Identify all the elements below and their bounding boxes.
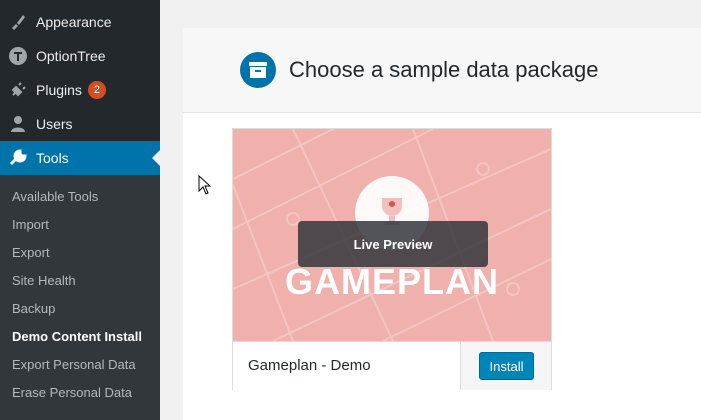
page-header: Choose a sample data package bbox=[183, 28, 701, 113]
menu-item-tools[interactable]: Tools bbox=[0, 141, 160, 175]
submenu-item-available-tools[interactable]: Available Tools bbox=[12, 189, 98, 204]
install-button[interactable]: Install bbox=[479, 352, 534, 380]
menu-item-optiontree[interactable]: OptionTree bbox=[0, 39, 160, 73]
live-preview-button[interactable]: Live Preview bbox=[298, 221, 488, 267]
menu-item-appearance[interactable]: Appearance bbox=[0, 5, 160, 39]
card-footer: Gameplan - Demo Install bbox=[233, 341, 551, 390]
demo-package-card[interactable]: GAMEPLAN Live Preview Gameplan - Demo In… bbox=[232, 128, 552, 390]
submenu-item-import[interactable]: Import bbox=[12, 217, 49, 232]
submenu-item-export-personal-data[interactable]: Export Personal Data bbox=[12, 357, 136, 372]
menu-item-label: Plugins bbox=[36, 82, 82, 98]
menu-item-users[interactable]: Users bbox=[0, 107, 160, 141]
card-actions: Install bbox=[460, 342, 551, 390]
update-count-badge: 2 bbox=[87, 81, 106, 99]
admin-sidebar: Appearance OptionTree Plugins 2 Users To… bbox=[0, 0, 160, 420]
submenu-item-backup[interactable]: Backup bbox=[12, 301, 55, 316]
archive-box-icon bbox=[240, 52, 276, 88]
paintbrush-icon bbox=[8, 12, 28, 32]
menu-item-label: OptionTree bbox=[36, 48, 106, 64]
thumbnail-title: GAMEPLAN bbox=[285, 261, 499, 302]
page-title: Choose a sample data package bbox=[289, 57, 599, 82]
optiontree-icon bbox=[8, 46, 28, 66]
mouse-cursor-icon bbox=[198, 174, 212, 200]
menu-item-label: Appearance bbox=[36, 14, 112, 30]
menu-item-label: Users bbox=[36, 116, 73, 132]
menu-item-label: Tools bbox=[36, 150, 69, 166]
submenu-item-erase-personal-data[interactable]: Erase Personal Data bbox=[12, 385, 132, 400]
submenu-item-export[interactable]: Export bbox=[12, 245, 50, 260]
user-icon bbox=[8, 114, 28, 134]
wrench-icon bbox=[8, 148, 28, 168]
tools-submenu: Available Tools Import Export Site Healt… bbox=[0, 175, 160, 420]
demo-thumbnail[interactable]: GAMEPLAN Live Preview bbox=[233, 129, 551, 341]
submenu-item-site-health[interactable]: Site Health bbox=[12, 273, 76, 288]
demo-package-name: Gameplan - Demo bbox=[248, 357, 371, 374]
menu-item-plugins[interactable]: Plugins 2 bbox=[0, 73, 160, 107]
plugin-icon bbox=[8, 80, 28, 100]
submenu-item-demo-content-install[interactable]: Demo Content Install bbox=[12, 329, 142, 344]
